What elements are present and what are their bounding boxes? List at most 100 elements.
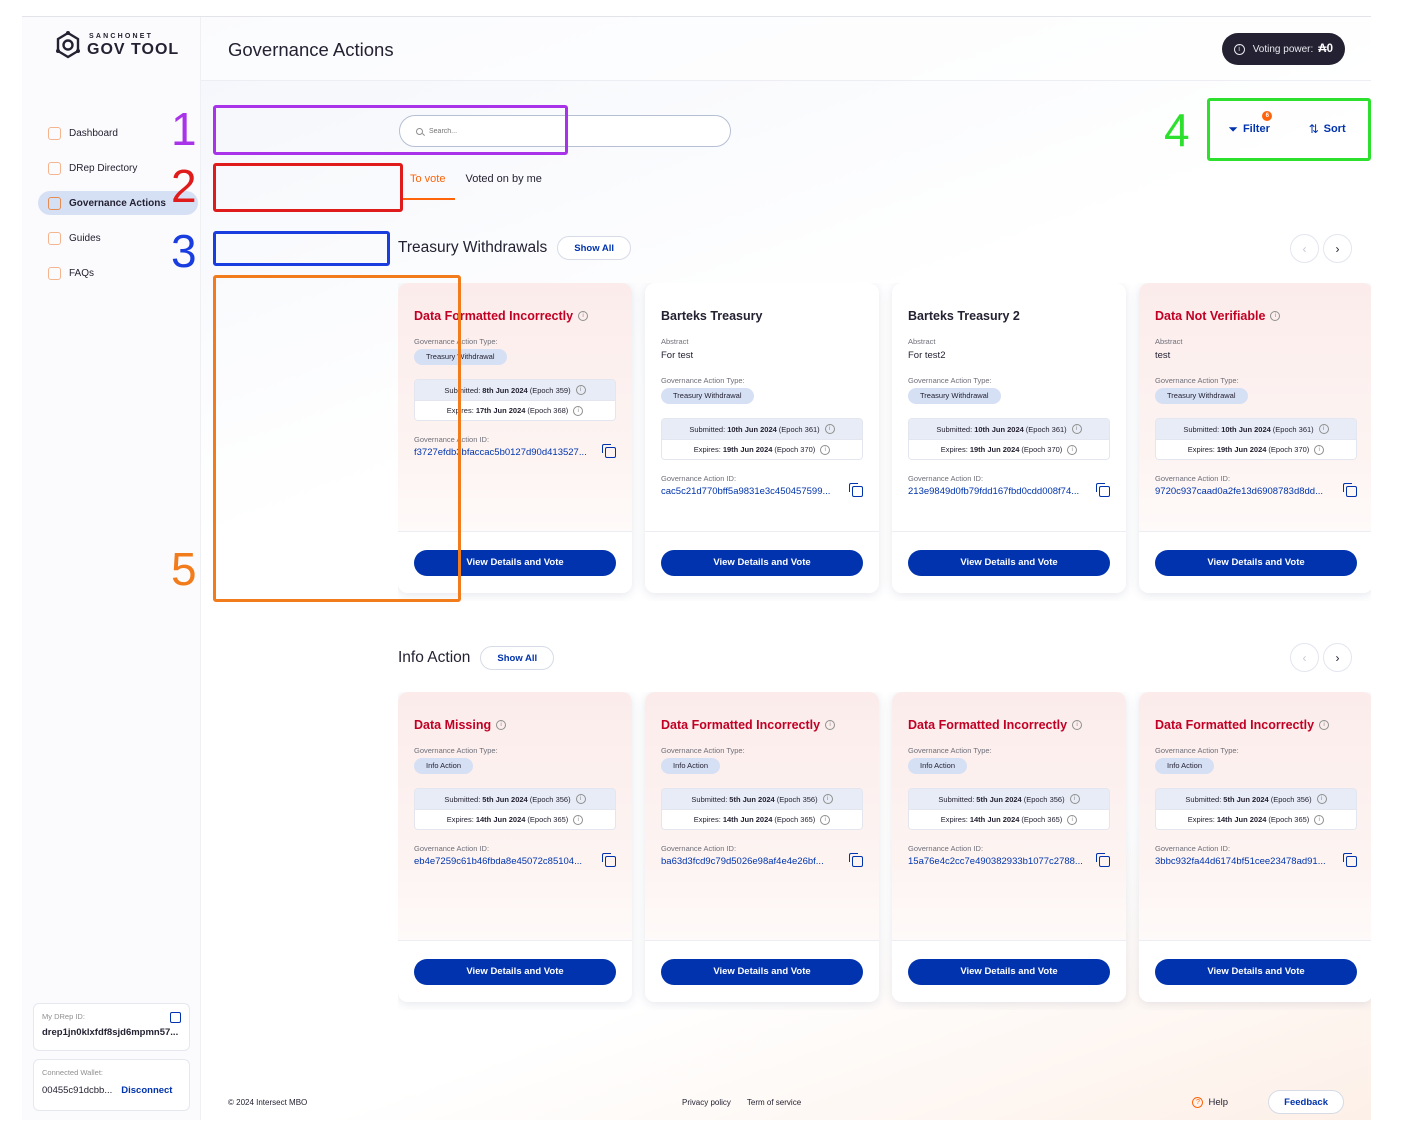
governance-icon (48, 196, 61, 210)
copy-icon[interactable] (1096, 483, 1110, 497)
info-icon[interactable]: i (1314, 814, 1325, 825)
info-icon[interactable]: i (578, 311, 589, 321)
copy-icon[interactable] (849, 483, 863, 497)
sidebar-item-label: Guides (69, 232, 101, 244)
voting-power-value: ₳0 (1318, 43, 1333, 55)
help-icon: ? (1192, 1096, 1204, 1108)
view-details-and-vote-button[interactable]: View Details and Vote (414, 549, 616, 576)
dates-box: Submitted: 5th Jun 2024 (Epoch 356) i Expire… (661, 788, 863, 830)
info-icon[interactable]: i (820, 444, 831, 455)
tab-voted-on-by-me[interactable]: Voted on by me (455, 167, 551, 200)
show-all-button[interactable]: Show All (557, 236, 632, 260)
chevron-left-icon[interactable]: ‹ (1290, 234, 1319, 263)
expires-epoch: (Epoch 370) (774, 445, 816, 454)
type-chip: Treasury Withdrawal (1155, 388, 1248, 404)
abstract-text: test (1155, 350, 1171, 361)
submitted-date: 10th Jun 2024 (727, 424, 777, 434)
copy-icon[interactable] (1343, 853, 1357, 867)
type-chip: Info Action (1155, 758, 1215, 774)
info-icon[interactable]: i (1319, 720, 1330, 730)
search-box[interactable] (399, 115, 731, 147)
submitted-date: 10th Jun 2024 (1221, 424, 1271, 434)
type-chip: Treasury Withdrawal (661, 388, 754, 404)
expires-label: Expires: (693, 445, 721, 454)
sort-button[interactable]: ⇅ Sort (1309, 122, 1346, 136)
info-icon[interactable]: i (1067, 444, 1078, 455)
tab-to-vote[interactable]: To vote (400, 167, 456, 200)
view-details-and-vote-button[interactable]: View Details and Vote (908, 549, 1110, 576)
feedback-button[interactable]: Feedback (1268, 1090, 1344, 1114)
info-icon[interactable]: i (1316, 794, 1327, 804)
view-details-and-vote-button[interactable]: View Details and Vote (1155, 549, 1357, 576)
chevron-left-icon[interactable]: ‹ (1290, 643, 1319, 672)
view-details-and-vote-button[interactable]: View Details and Vote (661, 958, 863, 985)
expires-row: Expires: 19th Jun 2024 (Epoch 370) i (909, 439, 1109, 459)
expires-label: Expires: (940, 445, 968, 454)
dates-box: Submitted: 5th Jun 2024 (Epoch 356) i Expire… (908, 788, 1110, 830)
terms-of-service-link[interactable]: Term of service (747, 1098, 801, 1107)
copy-icon[interactable] (602, 853, 616, 867)
info-icon[interactable]: i (1072, 720, 1083, 730)
info-icon[interactable]: i (820, 814, 831, 825)
info-icon[interactable]: i (575, 385, 586, 395)
info-icon[interactable]: i (496, 720, 507, 730)
info-icon[interactable]: i (824, 424, 835, 434)
info-icon[interactable]: i (575, 794, 586, 804)
submitted-date: 10th Jun 2024 (974, 424, 1024, 434)
expires-date: 14th Jun 2024 (1216, 815, 1267, 824)
expires-row: Expires: 14th Jun 2024 (Epoch 365) i (415, 809, 615, 829)
info-icon[interactable]: i (573, 405, 584, 416)
info-icon[interactable]: i (1318, 424, 1329, 434)
submitted-epoch: (Epoch 356) (529, 794, 571, 804)
info-icon[interactable]: i (1314, 444, 1325, 455)
help-link[interactable]: ? Help (1192, 1096, 1228, 1108)
gov-id-row: 3bbc932fa44d6174bf51cee23478ad91... (1155, 853, 1357, 867)
expires-label: Expires: (693, 815, 721, 824)
info-icon[interactable]: i (822, 794, 833, 804)
info-icon[interactable]: i (1069, 794, 1080, 804)
card-body: Data Formatted Incorrectly i Governance Ac… (1139, 692, 1371, 940)
view-details-and-vote-button[interactable]: View Details and Vote (414, 958, 616, 985)
logo[interactable]: SANCHONET GOV TOOL (54, 31, 179, 59)
wallet-box: Connected Wallet: 00455c91dcbb... Discon… (33, 1059, 190, 1111)
copy-icon[interactable] (1096, 853, 1110, 867)
info-icon[interactable]: i (825, 720, 836, 730)
submitted-label: Submitted: (1183, 424, 1220, 434)
search-input[interactable] (429, 127, 709, 135)
submitted-epoch: (Epoch 361) (778, 424, 820, 434)
info-icon[interactable]: i (1067, 814, 1078, 825)
copy-icon[interactable] (849, 853, 863, 867)
view-details-and-vote-button[interactable]: View Details and Vote (1155, 958, 1357, 985)
card-title: Barteks Treasury 2 (908, 309, 1110, 323)
copy-icon[interactable] (170, 1012, 181, 1023)
submitted-epoch: (Epoch 356) (1023, 794, 1065, 804)
filter-button[interactable]: ⏷ Filter 6 (1228, 110, 1273, 137)
submitted-label: Submitted: (936, 424, 973, 434)
submitted-label: Submitted: (691, 794, 728, 804)
chevron-right-icon[interactable]: › (1323, 643, 1352, 672)
card-footer: View Details and Vote (1139, 531, 1371, 593)
annotation-number: 1 (171, 103, 197, 155)
annotation-number: 4 (1164, 104, 1190, 156)
show-all-button[interactable]: Show All (480, 646, 555, 670)
copy-icon[interactable] (602, 444, 616, 458)
governance-action-card: Data Missing i Governance Action Type: Info… (398, 692, 632, 1002)
info-icon[interactable]: i (1270, 311, 1281, 321)
gov-id-value: cac5c21d770bff5a9831e3c450457599... (661, 486, 831, 497)
info-icon[interactable]: i (573, 814, 584, 825)
privacy-policy-link[interactable]: Privacy policy (682, 1098, 731, 1107)
copy-icon[interactable] (1343, 483, 1357, 497)
view-details-and-vote-button[interactable]: View Details and Vote (908, 958, 1110, 985)
submitted-row: Submitted: 5th Jun 2024 (Epoch 356) i (909, 789, 1109, 809)
chevron-right-icon[interactable]: › (1323, 234, 1352, 263)
submitted-date: 5th Jun 2024 (482, 794, 528, 804)
expires-date: 19th Jun 2024 (1216, 445, 1267, 454)
card-body: Data Formatted Incorrectly i Governance Ac… (892, 692, 1126, 940)
card-title: Barteks Treasury (661, 309, 863, 323)
disconnect-link[interactable]: Disconnect (121, 1085, 172, 1096)
abstract-label: Abstract (661, 337, 689, 346)
filter-label: Filter (1242, 123, 1270, 135)
card-title: Data Formatted Incorrectly i (908, 718, 1110, 732)
info-icon[interactable]: i (1071, 424, 1082, 434)
view-details-and-vote-button[interactable]: View Details and Vote (661, 549, 863, 576)
